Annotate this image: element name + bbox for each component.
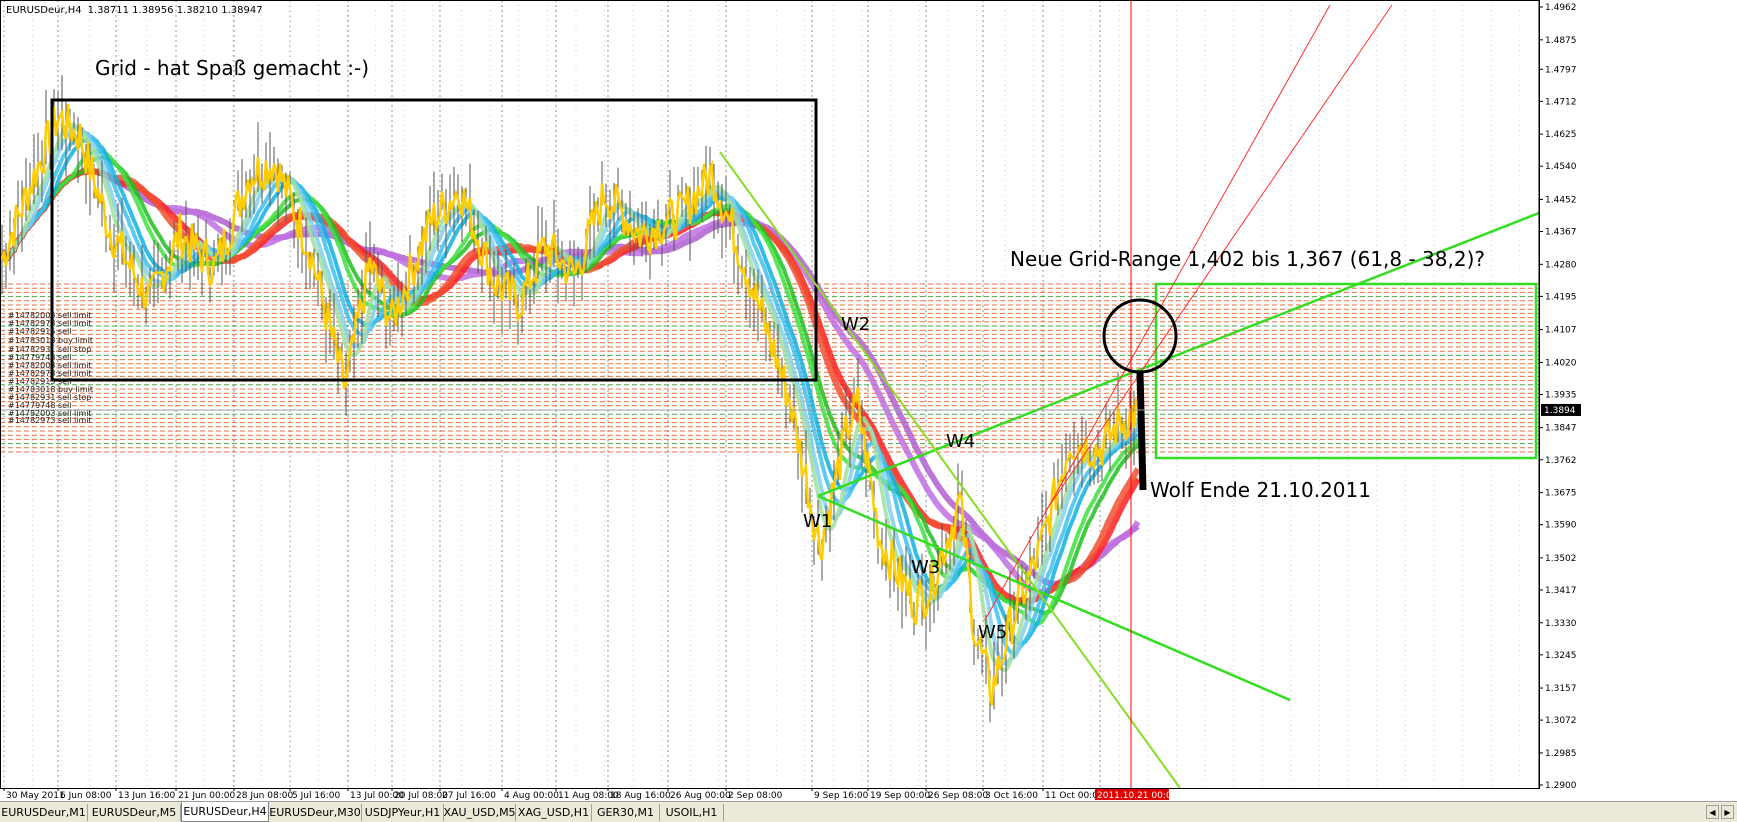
red-channel-line [984,4,1331,621]
price-axis: 1.4962 1.4875 1.4797 1.4712 1.4625 1.4540 1.44… [1538,0,1737,801]
tab-eurusdeur-m1[interactable]: EURUSDeur,M1 [0,804,88,821]
scroll-right-icon[interactable]: ▶ [1721,805,1734,819]
date-highlight-label: 2011.10.21 00:00 [1097,791,1178,801]
wave-label-w5: W5 [978,622,1007,643]
chart-canvas[interactable]: #14782003 sell limit#14782973 sell limit… [0,0,1737,801]
tab-xag-usd-h1[interactable]: XAG_USD,H1 [516,804,592,821]
price-tick-label: 1.3762 [1545,456,1577,466]
price-tick-label: 1.4107 [1545,326,1577,336]
grid-title-annotation: Grid - hat Spaß gemacht :-) [95,56,369,80]
price-line [0,103,1139,706]
ma-line [0,168,1140,587]
time-axis: 30 May 20116 Jun 08:00 13 Jun 16:00 21 Jun… [0,788,1539,801]
order-label: #14782973 sell limit [8,416,92,425]
price-tick-label: 1.4367 [1545,227,1577,237]
current-price-label: 1.3894 [1544,406,1576,416]
time-tick-label: 3 Oct 16:00 [985,791,1038,801]
chart-header: EURUSDeur,H4 1.38711 1.38956 1.38210 1.38… [6,5,263,16]
new-grid-annotation: Neue Grid-Range 1,402 bis 1,367 (61,8 - … [1010,247,1485,271]
tab-usoil-h1[interactable]: USOIL,H1 [660,804,724,821]
chart-tab-bar: ◀ ▶ EURUSDeur,M1 EURUSDeur,M5 EURUSDeur,H4… [0,801,1737,822]
time-tick-label: 28 Jun 08:00 [236,791,293,801]
order-labels: #14782003 sell limit#14782973 sell limit… [8,311,93,425]
wave-label-w2: W2 [841,314,870,335]
time-tick-label: 5 Jul 16:00 [292,791,341,801]
chart-gridlines [3,0,1521,788]
price-tick-label: 1.3245 [1545,651,1577,661]
scroll-left-icon[interactable]: ◀ [1706,805,1719,819]
price-tick-label: 1.4712 [1545,97,1577,107]
wolf-end-annotation: Wolf Ende 21.10.2011 [1150,478,1371,502]
price-tick-label: 1.2985 [1545,749,1577,759]
price-tick-label: 1.4020 [1545,358,1577,368]
time-tick-label: 2 Sep 08:00 [728,791,783,801]
tab-eurusdeur-m5[interactable]: EURUSDeur,M5 [88,804,181,821]
price-tick-label: 1.3935 [1545,390,1577,400]
price-tick-label: 1.3590 [1545,521,1577,531]
price-tick-label: 1.2900 [1545,781,1577,791]
time-tick-label: 6 Jun 08:00 [60,791,112,801]
chart-window[interactable]: #14782003 sell limit #14782973 sell limit… [0,0,1737,801]
time-tick-label: 4 Aug 00:00 [504,791,559,801]
tab-xau-usd-m5[interactable]: XAU_USD,M5 [443,804,516,821]
price-tick-label: 1.4280 [1545,260,1577,270]
time-tick-label: 20 Jul 08:00 [394,791,448,801]
wave-label-w1: W1 [803,511,832,532]
wave-label-w3: W3 [911,557,940,578]
wolf-end-marker [1136,371,1147,491]
time-tick-label: 18 Aug 16:00 [610,791,671,801]
order-label: #14782915 sell [8,327,72,336]
order-label: #14783018 buy limit [8,336,93,345]
price-tick-label: 1.4452 [1545,195,1577,205]
tab-ger30-m1[interactable]: GER30,M1 [592,804,660,821]
wave-label-w4: W4 [946,431,975,452]
plot-border [0,0,1540,789]
tab-eurusdeur-m30[interactable]: EURUSDeur,M30 [269,804,362,821]
time-tick-label: 19 Sep 00:00 [870,791,930,801]
price-tick-label: 1.3847 [1545,424,1577,434]
price-tick-label: 1.4625 [1545,130,1577,140]
price-axis-bg [1539,0,1737,801]
price-tick-label: 1.3675 [1545,489,1577,499]
price-tick-label: 1.3072 [1545,716,1577,726]
trend-drawings [0,0,1540,789]
time-tick-label: 27 Jul 16:00 [442,791,496,801]
price-tick-label: 1.4540 [1545,162,1577,172]
time-tick-label: 21 Jun 00:00 [178,791,235,801]
price-series [0,75,1139,723]
price-tick-label: 1.3417 [1545,586,1577,596]
price-tick-label: 1.3330 [1545,619,1577,629]
price-tick-label: 1.3502 [1545,554,1577,564]
time-tick-label: 13 Jun 16:00 [118,791,175,801]
price-tick-label: 1.4797 [1545,65,1577,75]
price-tick-label: 1.4962 [1545,3,1577,13]
time-tick-label: 9 Sep 16:00 [814,791,869,801]
time-tick-label: 30 May 2011 [6,791,65,801]
time-tick-label: 26 Sep 08:00 [928,791,988,801]
price-tick-label: 1.4875 [1545,36,1577,46]
tab-eurusdeur-h4[interactable]: EURUSDeur,H4 [181,802,269,822]
time-tick-label: 26 Aug 00:00 [670,791,731,801]
new-grid-box [1154,282,1538,460]
tab-usdjpyeur-h1[interactable]: USDJPYeur,H1 [362,804,444,821]
price-tick-label: 1.3157 [1545,684,1577,694]
price-tick-label: 1.4195 [1545,292,1577,302]
